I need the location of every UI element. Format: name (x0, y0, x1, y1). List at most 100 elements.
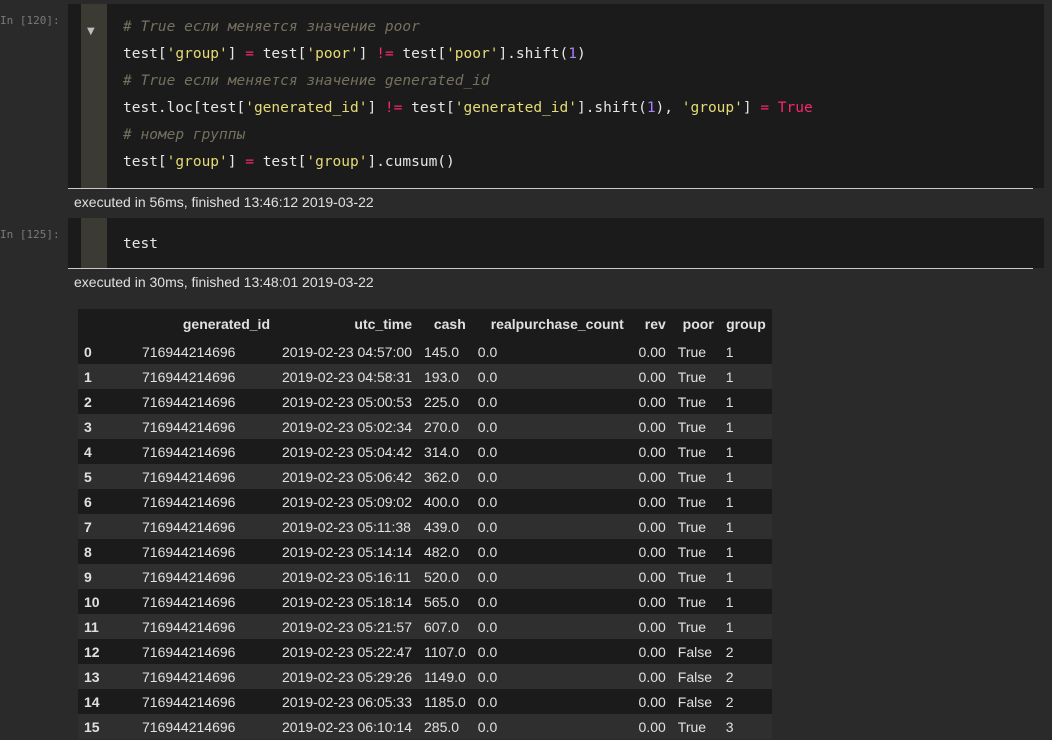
cell-cash: 362.0 (424, 468, 460, 485)
row-index: 15 (84, 718, 100, 735)
cell-cash: 1107.0 (424, 643, 466, 660)
column-header: rev (629, 309, 672, 339)
cell-rev: 0.00 (638, 618, 666, 635)
code-token: test[ (411, 100, 455, 116)
cell-group: 1 (725, 468, 734, 485)
cell-cash: 439.0 (424, 518, 460, 535)
cell-utc-time: 2019-02-23 05:04:42 (282, 443, 412, 460)
row-index: 12 (84, 643, 100, 660)
cell-utc-time: 2019-02-23 05:09:02 (282, 493, 412, 510)
code-comment: # номер группы (123, 127, 246, 143)
row-index: 11 (84, 618, 99, 635)
cell-group: 2 (725, 643, 734, 660)
cell-group: 1 (725, 393, 734, 410)
code-token: test.loc[test[ (123, 100, 246, 116)
cell-realpurchase-count: 0.0 (477, 568, 498, 585)
code-line-2: test['group'] = test['poor'] != test['po… (123, 46, 586, 62)
table-row: 13 716944214696 2019-02-23 05:29:26 1149.0 0… (78, 664, 772, 689)
cell-generated-id: 716944214696 (142, 593, 236, 610)
row-index: 7 (84, 518, 92, 535)
cell-realpurchase-count: 0.0 (477, 693, 498, 710)
cell-prompt: In [125]: (0, 228, 60, 241)
row-index: 13 (84, 668, 100, 685)
cell-utc-time: 2019-02-23 05:06:42 (282, 468, 412, 485)
code-token: ] (227, 154, 237, 170)
cell-generated-id: 716944214696 (142, 693, 236, 710)
table-row: 6 716944214696 2019-02-23 05:09:02 400.0 0.0… (78, 489, 772, 514)
cell-rev: 0.00 (638, 593, 666, 610)
cell-group: 1 (725, 543, 734, 560)
cell-rev: 0.00 (638, 368, 666, 385)
cell-poor: True (677, 343, 707, 360)
cell-rev: 0.00 (638, 493, 666, 510)
code-token: ].shift( (498, 46, 569, 62)
table-row: 3 716944214696 2019-02-23 05:02:34 270.0 0.0… (78, 414, 772, 439)
cell-generated-id: 716944214696 (142, 643, 236, 660)
cell-rev: 0.00 (638, 518, 666, 535)
dataframe-output: generated_id utc_time cash realpurchase_… (78, 309, 772, 739)
cell-poor: True (677, 718, 707, 735)
cell-poor: True (677, 443, 707, 460)
cell-rev: 0.00 (638, 468, 666, 485)
code-number: 1 (568, 46, 578, 62)
table-row: 12 716944214696 2019-02-23 05:22:47 1107.0 0… (78, 639, 772, 664)
cell-poor: True (677, 493, 707, 510)
cell-utc-time: 2019-02-23 05:14:14 (282, 543, 412, 560)
cell-generated-id: 716944214696 (142, 718, 236, 735)
cell-rev: 0.00 (638, 418, 666, 435)
code-editor[interactable]: test (68, 218, 1044, 268)
cell-utc-time: 2019-02-23 05:11:38 (282, 518, 411, 535)
cell-cash: 285.0 (424, 718, 460, 735)
code-token: ) (577, 46, 586, 62)
cell-group: 1 (725, 368, 734, 385)
row-index: 8 (84, 543, 92, 560)
code-token: ] (367, 100, 377, 116)
column-header: realpurchase_count (471, 309, 630, 339)
column-header: generated_id (136, 309, 276, 339)
code-string: 'group' (166, 154, 228, 170)
cell-poor: True (677, 593, 707, 610)
table-body: 0 716944214696 2019-02-23 04:57:00 145.0 0.0… (78, 339, 772, 739)
row-index: 4 (84, 443, 92, 460)
cell-cash: 1149.0 (424, 668, 466, 685)
cell-realpurchase-count: 0.0 (477, 643, 498, 660)
cell-generated-id: 716944214696 (142, 543, 236, 560)
code-number: 1 (646, 100, 656, 116)
cell-group: 1 (725, 518, 734, 535)
table-row: 15 716944214696 2019-02-23 06:10:14 285.0 0.… (78, 714, 772, 739)
cell-cash: 314.0 (424, 443, 460, 460)
code-string: 'group' (166, 46, 228, 62)
code-token: ].shift( (576, 100, 647, 116)
code-token: ), (655, 100, 682, 116)
table-row: 2 716944214696 2019-02-23 05:00:53 225.0 0.0… (78, 389, 772, 414)
cell-group: 1 (725, 343, 734, 360)
cell-poor: True (677, 368, 707, 385)
code-cell-120[interactable]: In [120]: ▼ # True если меняется значени… (0, 0, 1052, 218)
cell-realpurchase-count: 0.0 (477, 593, 498, 610)
cell-generated-id: 716944214696 (142, 493, 236, 510)
cell-group: 1 (725, 568, 734, 585)
cell-cash: 482.0 (424, 543, 460, 560)
cell-group: 1 (725, 493, 734, 510)
cell-cash: 270.0 (424, 418, 460, 435)
code-token: ] (227, 46, 237, 62)
cell-poor: True (677, 618, 707, 635)
code-operator: = (236, 154, 263, 170)
cell-realpurchase-count: 0.0 (477, 493, 498, 510)
row-index: 5 (84, 468, 92, 485)
cell-utc-time: 2019-02-23 05:18:14 (282, 593, 412, 610)
code-cell-125[interactable]: In [125]: test executed in 30ms, finishe… (0, 218, 1052, 298)
cell-utc-time: 2019-02-23 06:10:14 (282, 718, 412, 735)
cell-rev: 0.00 (638, 568, 666, 585)
column-header: group (719, 309, 772, 339)
cell-generated-id: 716944214696 (142, 343, 236, 360)
cell-utc-time: 2019-02-23 05:00:53 (282, 393, 412, 410)
code-token: test[ (262, 46, 307, 62)
code-string: 'poor' (306, 46, 359, 62)
cell-poor: False (677, 693, 713, 710)
code-string: 'generated_id' (245, 100, 368, 116)
cell-cash: 565.0 (424, 593, 460, 610)
table-row: 9 716944214696 2019-02-23 05:16:11 520.0 0.0… (78, 564, 772, 589)
code-editor[interactable]: ▼ # True если меняется значение poor tes… (68, 4, 1044, 188)
collapse-arrow-icon[interactable]: ▼ (87, 26, 95, 37)
